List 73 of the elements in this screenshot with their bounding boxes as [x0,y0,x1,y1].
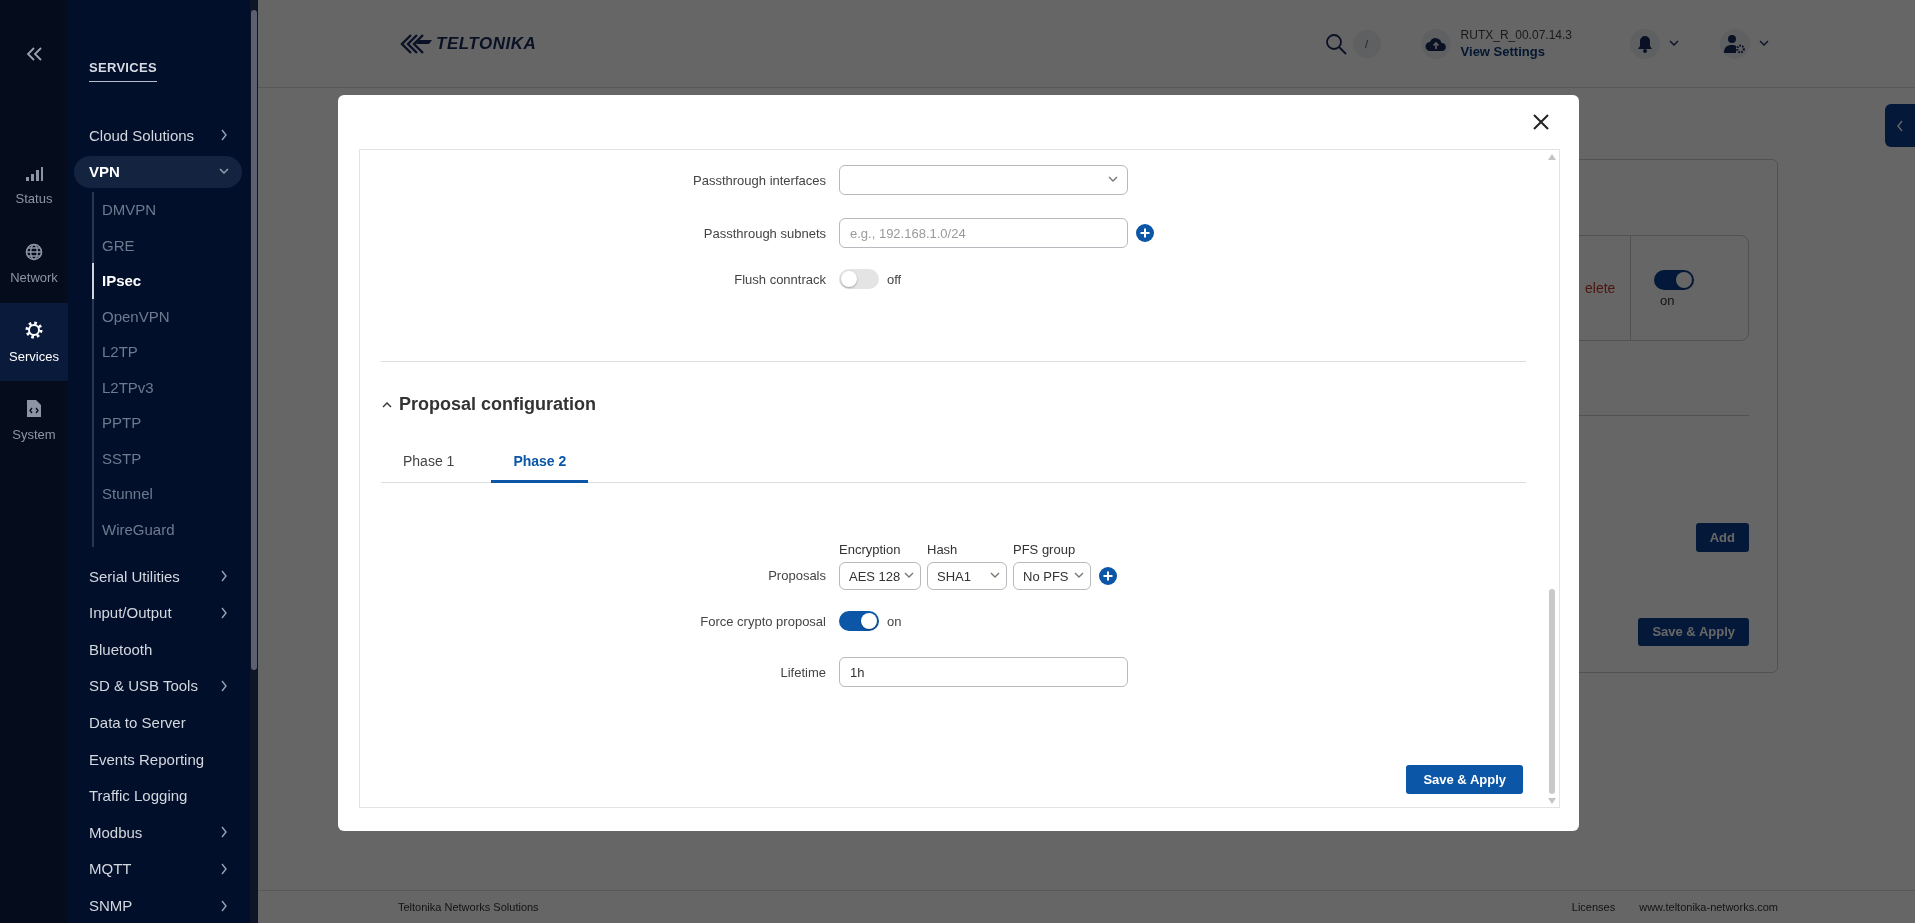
scroll-up-icon [1548,154,1556,160]
column-heading: Encryption [839,542,902,557]
menu-item[interactable]: Bluetooth [74,633,242,666]
close-icon [1533,114,1549,130]
submenu-item[interactable]: DMVPN [92,192,250,228]
close-button[interactable] [1531,112,1551,132]
submenu-item[interactable]: L2TPv3 [92,369,250,406]
tab[interactable]: Phase 2 [491,442,589,483]
add-icon[interactable] [1099,567,1117,585]
toggle-state: on [887,613,902,629]
section-title: SERVICES [89,60,157,82]
cloud-upload-icon [1424,35,1447,52]
signal-icon [25,166,43,182]
menu-item[interactable]: Traffic Logging [74,779,242,812]
dropdown[interactable]: AES 128 [839,562,921,590]
tab[interactable]: Phase 1 [381,442,477,483]
field-label: Force crypto proposal [699,613,826,629]
code-file-icon [26,398,42,418]
dropdown[interactable]: No PFS [1013,562,1091,590]
menu-item[interactable]: SNMP [74,889,242,922]
brand-name: TELTONIKA [436,33,537,54]
company-name: Teltonika Networks Solutions [398,901,539,913]
account-button[interactable] [1720,28,1770,59]
bell-icon [1637,34,1653,53]
toggle-state: on [1659,293,1675,308]
submenu-item[interactable]: OpenVPN [92,298,250,335]
menu-item[interactable]: Data to Server [74,706,242,739]
column-heading: PFS group [1013,542,1077,557]
toggle-switch[interactable] [1654,270,1694,290]
menu-item[interactable]: Input/Output [74,596,242,629]
column-heading: Hash [927,542,959,557]
rail-tab[interactable]: Services [0,303,68,381]
settings-icon [24,320,44,340]
field-label: Passthrough subnets [702,225,826,241]
menu-item[interactable]: Modbus [74,816,242,849]
search-icon [1324,32,1347,55]
menu-item[interactable]: Serial Utilities [74,560,242,593]
submenu-item[interactable]: Stunnel [92,476,250,512]
submenu-item[interactable]: GRE [92,227,250,264]
field-label: Flush conntrack [733,271,826,287]
panel-toggle-button[interactable] [1885,104,1915,147]
dropdown[interactable] [839,165,1128,195]
scroll-down-icon [1548,798,1556,804]
notifications-button[interactable] [1630,28,1680,59]
user-settings-icon [1724,33,1746,54]
menu-item[interactable]: VPN [74,155,242,188]
field-label: Passthrough interfaces [692,172,826,188]
dropdown[interactable]: SHA1 [927,562,1007,590]
rail-tab[interactable]: Network [0,225,68,303]
menu-item[interactable]: Events Reporting [74,743,242,776]
submenu-item[interactable]: L2TP [92,334,250,370]
menu-item[interactable]: Cloud Solutions [74,119,242,151]
text-field[interactable]: e.g., 192.168.1.0/24 [839,218,1128,248]
submenu-item[interactable]: SSTP [92,440,250,477]
field-label: Lifetime [779,664,826,680]
upload-button[interactable] [1420,28,1451,59]
menu-item[interactable]: SD & USB Tools [74,669,242,702]
scrollbar-thumb[interactable] [251,10,257,670]
globe-icon [25,243,43,261]
submenu-item[interactable]: PPTP [92,405,250,441]
firmware-version: RUTX_R_00.07.14.3 [1460,28,1572,42]
toggle-switch[interactable] [839,269,879,289]
menu-item[interactable]: MQTT [74,852,242,885]
rail-tab[interactable]: Status [0,147,68,225]
rail-tab[interactable]: System [0,381,68,459]
text-field[interactable]: 1h [839,657,1128,687]
section-header[interactable]: Proposal configuration [381,392,1545,416]
field-label: Proposals [767,567,826,585]
save-apply-button[interactable]: Save & Apply [1406,765,1523,794]
toggle-switch[interactable] [839,611,879,631]
toggle-state: off [887,271,902,287]
add-icon[interactable] [1136,224,1154,242]
submenu-item[interactable]: WireGuard [92,511,250,548]
